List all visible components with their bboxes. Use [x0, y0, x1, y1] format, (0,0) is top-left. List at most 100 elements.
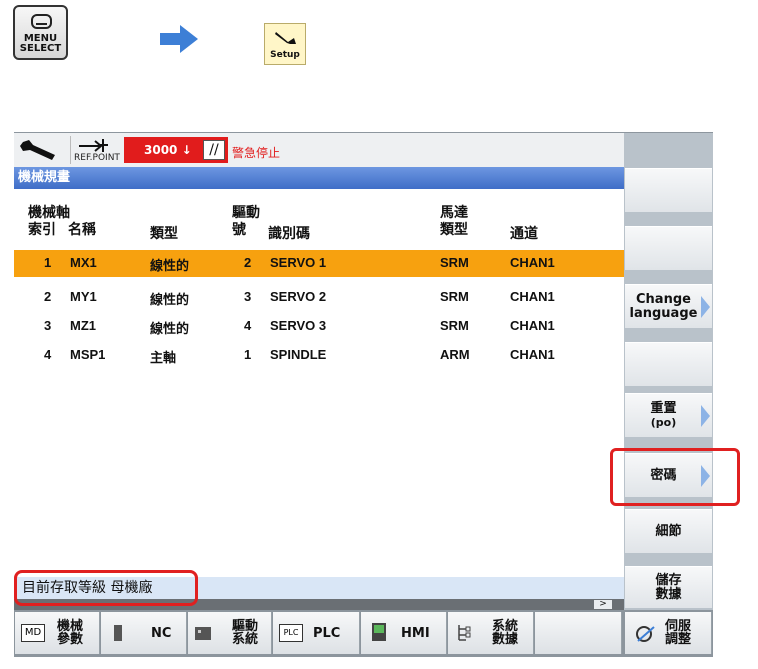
header-index: 索引 — [28, 222, 56, 238]
row-drive: 3 — [244, 289, 252, 304]
reset-po-label-line2: (po) — [650, 415, 677, 429]
header-type: 類型 — [150, 226, 178, 242]
header-motor: 馬達 — [440, 205, 468, 221]
change-language-button[interactable]: Change language — [625, 284, 712, 328]
table-row[interactable]: 3 MZ1 線性的 4 SERVO 3 SRM CHAN1 — [14, 313, 624, 340]
md-icon: MD — [21, 624, 45, 642]
nc-icon — [114, 625, 122, 641]
row-name: MSP1 — [70, 347, 106, 362]
row-motor: SRM — [440, 289, 469, 304]
table-row[interactable]: 4 MSP1 主軸 1 SPINDLE ARM CHAN1 — [14, 342, 624, 369]
hmi-icon — [372, 623, 386, 641]
menu-select-label-line2: SELECT — [19, 43, 62, 54]
alarm-number: 3000 — [144, 143, 178, 157]
plc-icon: PLC — [279, 624, 303, 642]
servo-tuning-label-line2: 調整 — [665, 632, 692, 647]
header-drive-no: 號 — [232, 222, 246, 238]
header-motor-type: 類型 — [440, 222, 468, 238]
system-data-label-line2: 數據 — [492, 632, 519, 647]
row-id: SERVO 2 — [270, 289, 327, 304]
arrow-right-icon — [701, 405, 710, 427]
row-index: 1 — [44, 255, 52, 270]
row-index: 4 — [44, 347, 52, 362]
softkey-4[interactable] — [625, 342, 712, 386]
refpoint-icon — [79, 139, 108, 152]
plc-button[interactable]: PLC PLC — [273, 612, 360, 654]
setup-key[interactable]: Setup — [264, 23, 306, 65]
save-data-label-line2: 數據 — [655, 586, 682, 602]
row-name: MY1 — [70, 289, 97, 304]
row-id: SERVO 1 — [270, 255, 327, 270]
row-drive: 2 — [244, 255, 252, 270]
change-language-label-line1: Change — [636, 291, 691, 307]
wrench-icon — [275, 32, 296, 44]
softkey-bottom-empty[interactable] — [535, 612, 622, 654]
row-type: 線性的 — [150, 292, 190, 307]
wrench-icon — [20, 140, 55, 160]
reset-po-button[interactable]: 重置 (po) — [625, 393, 712, 437]
row-drive: 4 — [244, 318, 252, 333]
softkey-1[interactable] — [625, 168, 712, 212]
nc-button[interactable]: NC — [101, 612, 187, 654]
alarm-text: 警急停止 — [232, 146, 281, 160]
row-id: SPINDLE — [270, 347, 327, 362]
alarm-arrow-icon: ↓ — [181, 143, 192, 157]
save-data-button[interactable]: 儲存 數據 — [625, 566, 712, 608]
highlight-access-level — [14, 570, 198, 606]
row-name: MX1 — [70, 255, 97, 270]
system-tree-icon — [458, 625, 471, 641]
servo-tuning-button[interactable]: 伺服 調整 — [625, 612, 712, 654]
drive-system-button[interactable]: 驅動 系統 — [188, 612, 272, 654]
row-motor: SRM — [440, 318, 469, 333]
header-identifier: 識別碼 — [268, 226, 310, 242]
row-drive: 1 — [244, 347, 252, 362]
scroll-right-button[interactable]: > — [594, 600, 612, 609]
header-name: 名稱 — [68, 222, 96, 238]
row-channel: CHAN1 — [510, 255, 555, 270]
system-data-button[interactable]: 系統 數據 — [448, 612, 534, 654]
machine-params-button[interactable]: MD 機械 參數 — [15, 612, 100, 654]
row-index: 2 — [44, 289, 52, 304]
header-drive: 驅動 — [232, 205, 260, 221]
row-channel: CHAN1 — [510, 318, 555, 333]
details-button[interactable]: 細節 — [625, 509, 712, 553]
row-index: 3 — [44, 318, 52, 333]
row-channel: CHAN1 — [510, 289, 555, 304]
drive-system-label-line2: 系統 — [232, 632, 259, 647]
table-row[interactable]: 1 MX1 線性的 2 SERVO 1 SRM CHAN1 — [14, 250, 624, 277]
reset-icon[interactable]: // — [203, 140, 225, 160]
header-axis: 機械軸 — [28, 205, 70, 221]
drive-icon — [195, 627, 211, 640]
axis-table — [14, 189, 624, 581]
hmi-button[interactable]: HMI — [361, 612, 447, 654]
row-type: 線性的 — [150, 258, 190, 273]
machine-params-label-line2: 參數 — [57, 632, 84, 647]
refpoint-label: REF.POINT — [74, 153, 120, 163]
header-channel: 通道 — [510, 226, 538, 242]
arrow-right-icon — [160, 25, 198, 53]
table-row[interactable]: 2 MY1 線性的 3 SERVO 2 SRM CHAN1 — [14, 284, 624, 311]
nc-label: NC — [151, 625, 172, 641]
menu-select-key[interactable]: MENU SELECT — [13, 5, 68, 60]
window-title: 機械規畫 — [14, 167, 624, 189]
softkey-2[interactable] — [625, 226, 712, 270]
alarm-indicator[interactable]: 3000 ↓ // — [124, 137, 228, 163]
reset-po-label-line1: 重置 — [650, 400, 677, 416]
row-motor: ARM — [440, 347, 470, 362]
row-type: 線性的 — [150, 321, 190, 336]
row-id: SERVO 3 — [270, 318, 327, 333]
servo-tuning-icon — [636, 626, 655, 642]
row-channel: CHAN1 — [510, 347, 555, 362]
plc-label: PLC — [313, 625, 341, 641]
save-data-label-line1: 儲存 — [655, 572, 682, 588]
row-type: 主軸 — [150, 350, 177, 365]
hmi-label: HMI — [401, 625, 430, 641]
refpoint-indicator: REF.POINT — [70, 136, 125, 164]
row-name: MZ1 — [70, 318, 96, 333]
change-language-label-line2: language — [629, 305, 698, 321]
arrow-right-icon — [701, 296, 710, 318]
menu-select-icon — [31, 14, 52, 29]
row-motor: SRM — [440, 255, 469, 270]
details-label: 細節 — [655, 523, 682, 539]
highlight-password-key — [610, 448, 740, 506]
